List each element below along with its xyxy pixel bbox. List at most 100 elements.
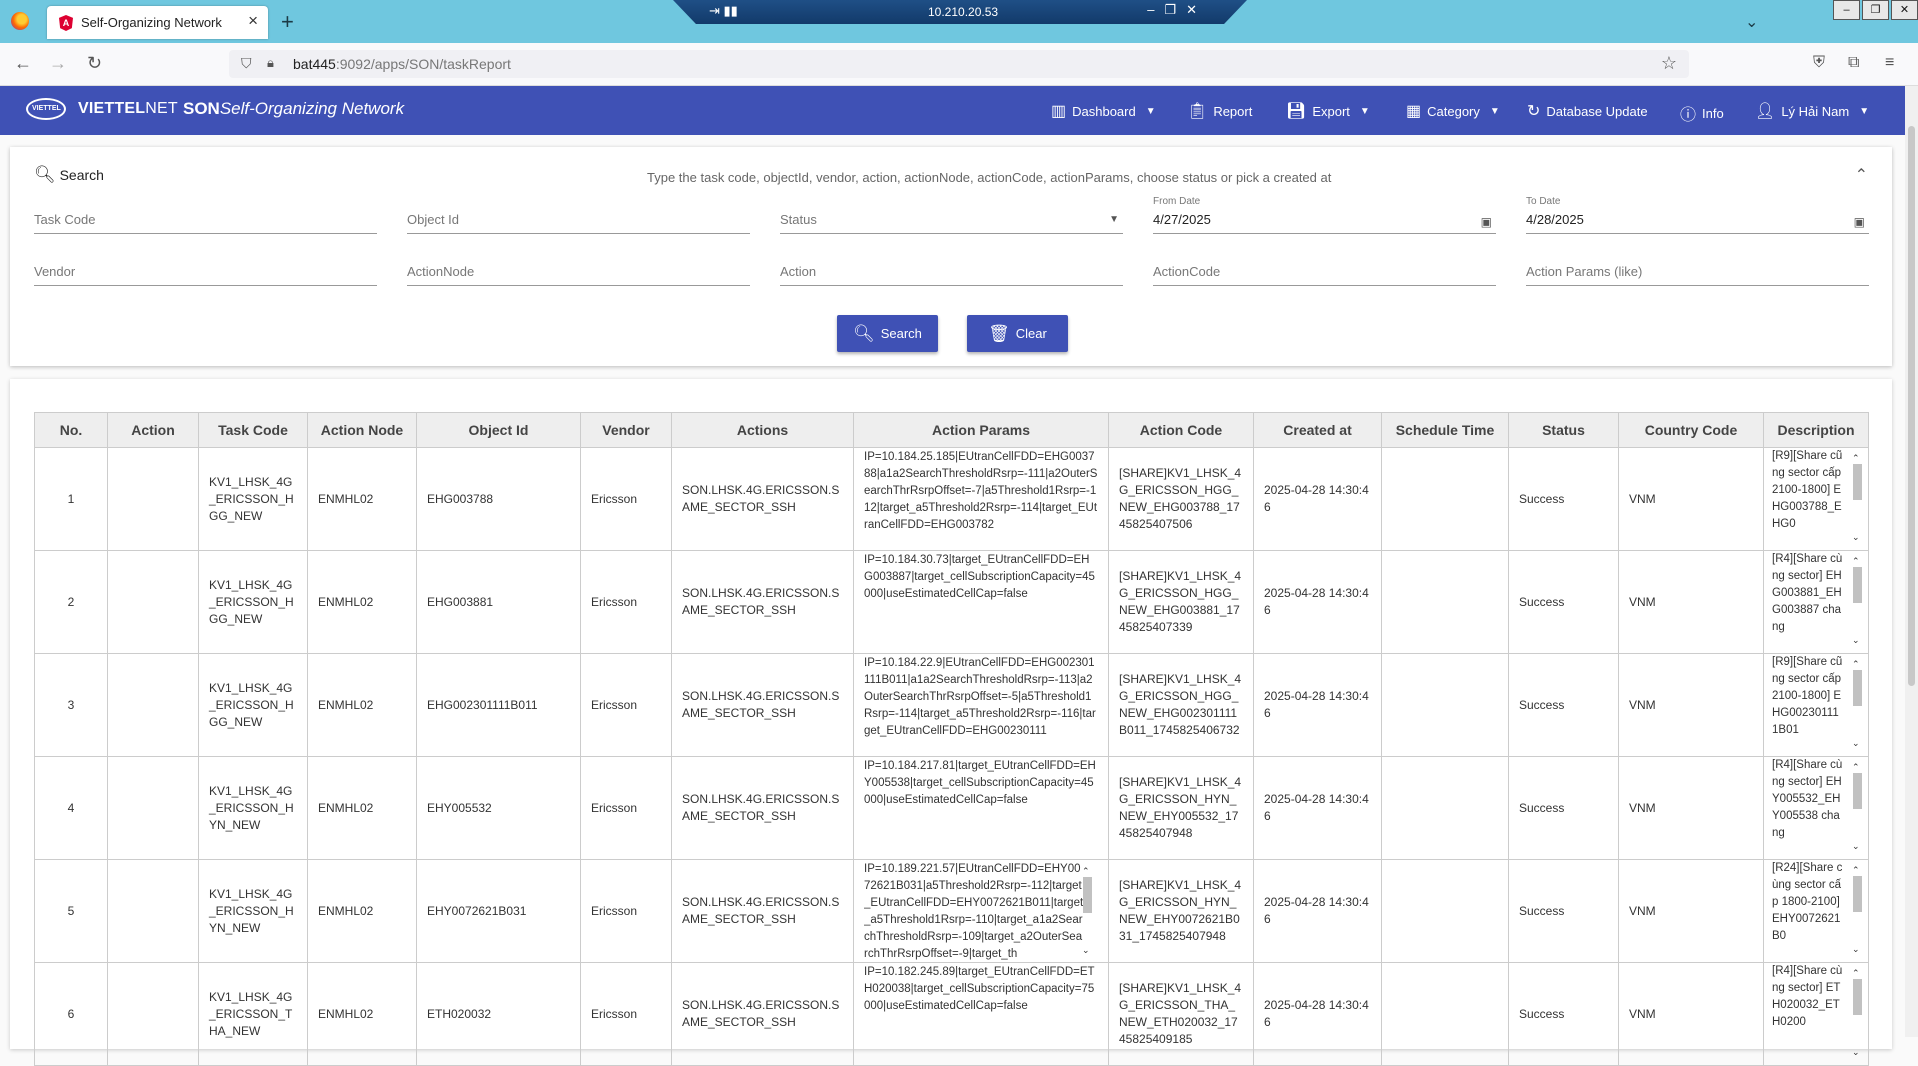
- menu-category[interactable]: ▦ Category ▼: [1406, 101, 1500, 121]
- url-bar[interactable]: ⛉ 🔒︎ bat445:9092/apps/SON/taskReport ☆: [229, 50, 1689, 78]
- scroll-down-icon[interactable]: ⌄: [1852, 1044, 1860, 1061]
- minimize-icon[interactable]: –: [1833, 0, 1860, 20]
- scrollbar-thumb[interactable]: [1853, 464, 1862, 500]
- action-code-input[interactable]: ActionCode: [1153, 252, 1496, 286]
- table-row[interactable]: 5 KV1_LHSK_4G_ERICSSON_HYN_NEW ENMHL02 EHY0…: [34, 859, 1869, 963]
- bookmark-star-icon[interactable]: ☆: [1661, 53, 1677, 74]
- row-action-cell[interactable]: [107, 859, 199, 963]
- scrollbar-thumb[interactable]: [1853, 979, 1862, 1015]
- collapse-chevron-icon[interactable]: ⌃: [1855, 165, 1868, 185]
- row-action-cell[interactable]: [107, 653, 199, 757]
- shield-icon[interactable]: ⛉: [241, 55, 252, 72]
- table-row[interactable]: 6 KV1_LHSK_4G_ERICSSON_THA_NEW ENMHL02 ETH0…: [34, 962, 1869, 1066]
- search-button[interactable]: 🔍︎ Search: [837, 315, 938, 352]
- scrollbar-thumb[interactable]: [1083, 877, 1092, 913]
- cell-scrollbar[interactable]: ⌃ ⌄: [1850, 553, 1864, 649]
- caret-down-icon: ▼: [1489, 105, 1500, 117]
- pin-signal-icon[interactable]: ⇥ ▮▮: [709, 3, 738, 19]
- from-date-input[interactable]: From Date 4/27/2025 ▣: [1153, 196, 1496, 234]
- object-id-input[interactable]: Object Id: [407, 200, 750, 234]
- cell-scrollbar[interactable]: ⌃ ⌄: [1850, 862, 1864, 958]
- row-action-cell[interactable]: [107, 447, 199, 551]
- action-params-text: IP=10.184.217.81|target_EUtranCellFDD=EH…: [864, 760, 1096, 806]
- column-header[interactable]: Task Code: [198, 412, 308, 448]
- action-node-cell: ENMHL02: [307, 447, 417, 551]
- menu-dashboard[interactable]: ▥ Dashboard ▼: [1051, 101, 1156, 121]
- menu-database-update[interactable]: ↻ Database Update: [1527, 101, 1648, 121]
- table-row[interactable]: 4 KV1_LHSK_4G_ERICSSON_HYN_NEW ENMHL02 EHY0…: [34, 756, 1869, 860]
- lock-icon[interactable]: 🔒︎: [267, 55, 274, 71]
- viettel-logo-icon[interactable]: VIETTEL: [26, 98, 66, 120]
- browser-tab[interactable]: A Self-Organizing Network ×: [47, 6, 268, 39]
- restore-icon[interactable]: ❐: [1862, 0, 1889, 20]
- scrollbar-thumb[interactable]: [1853, 876, 1862, 912]
- table-row[interactable]: 2 KV1_LHSK_4G_ERICSSON_HGG_NEW ENMHL02 EHG0…: [34, 550, 1869, 654]
- action-params-input[interactable]: Action Params (like): [1526, 252, 1869, 286]
- column-header[interactable]: Vendor: [580, 412, 672, 448]
- scroll-down-icon[interactable]: ⌄: [1852, 941, 1860, 958]
- scroll-down-icon[interactable]: ⌄: [1082, 942, 1090, 959]
- row-action-cell[interactable]: [107, 962, 199, 1066]
- action-node-input[interactable]: ActionNode: [407, 252, 750, 286]
- to-date-input[interactable]: To Date 4/28/2025 ▣: [1526, 196, 1869, 234]
- column-header[interactable]: Actions: [671, 412, 854, 448]
- firefox-icon[interactable]: [11, 12, 29, 30]
- action-node-cell: ENMHL02: [307, 756, 417, 860]
- scroll-down-icon[interactable]: ⌄: [1852, 735, 1860, 752]
- menu-icon[interactable]: ≡: [1885, 54, 1894, 72]
- page-scrollbar-thumb[interactable]: [1908, 126, 1915, 686]
- clear-button[interactable]: 🗑︎ Clear: [967, 315, 1068, 352]
- scroll-down-icon[interactable]: ⌄: [1852, 529, 1860, 546]
- column-header[interactable]: No.: [34, 412, 108, 448]
- column-header[interactable]: Action Code: [1108, 412, 1254, 448]
- calendar-icon[interactable]: ▣: [1854, 215, 1865, 229]
- menu-report[interactable]: 📋︎ Report: [1187, 101, 1252, 121]
- scrollbar-thumb[interactable]: [1853, 567, 1862, 603]
- row-action-cell[interactable]: [107, 550, 199, 654]
- column-header[interactable]: Action Params: [853, 412, 1109, 448]
- column-header[interactable]: Action: [107, 412, 199, 448]
- url-text[interactable]: bat445:9092/apps/SON/taskReport: [293, 56, 511, 72]
- menu-user[interactable]: 👤︎ Lý Hải Nam ▼: [1755, 101, 1869, 121]
- column-header[interactable]: Country Code: [1618, 412, 1764, 448]
- column-header[interactable]: Action Node: [307, 412, 417, 448]
- scrollbar-thumb[interactable]: [1853, 670, 1862, 706]
- vendor-input[interactable]: Vendor: [34, 252, 377, 286]
- cell-scrollbar[interactable]: ⌃ ⌄: [1850, 656, 1864, 752]
- column-header[interactable]: Schedule Time: [1381, 412, 1509, 448]
- scrollbar-thumb[interactable]: [1853, 773, 1862, 809]
- row-action-cell[interactable]: [107, 756, 199, 860]
- cell-scrollbar[interactable]: ⌃ ⌄: [1850, 450, 1864, 546]
- action-params-wrap: IP=10.184.25.185|EUtranCellFDD=EHG003788…: [864, 449, 1098, 549]
- table-row[interactable]: 1 KV1_LHSK_4G_ERICSSON_HGG_NEW ENMHL02 EHG0…: [34, 447, 1869, 551]
- close-tab-icon[interactable]: ×: [248, 11, 258, 31]
- new-tab-icon[interactable]: +: [281, 9, 294, 35]
- back-icon[interactable]: ←: [14, 53, 32, 74]
- action-input[interactable]: Action: [780, 252, 1123, 286]
- reload-icon[interactable]: ↻: [87, 53, 102, 74]
- column-header[interactable]: Created at: [1253, 412, 1382, 448]
- forward-icon[interactable]: →: [49, 53, 67, 74]
- calendar-icon[interactable]: ▣: [1481, 215, 1492, 229]
- task-code-input[interactable]: Task Code: [34, 200, 377, 234]
- menu-info[interactable]: ⓘ Info: [1680, 101, 1724, 125]
- search-panel-title[interactable]: 🔍︎ Search: [34, 165, 104, 185]
- extensions-icon[interactable]: ⧉: [1848, 54, 1859, 72]
- column-header[interactable]: Object Id: [416, 412, 581, 448]
- status-select[interactable]: Status ▼: [780, 200, 1123, 234]
- column-header[interactable]: Description: [1763, 412, 1869, 448]
- page-scrollbar[interactable]: [1905, 86, 1918, 1037]
- pocket-icon[interactable]: ⛨: [1813, 54, 1825, 72]
- cell-scrollbar[interactable]: ⌃ ⌄: [1850, 965, 1864, 1061]
- remote-window-controls[interactable]: –❐✕: [1147, 2, 1207, 18]
- scroll-down-icon[interactable]: ⌄: [1852, 632, 1860, 649]
- menu-export[interactable]: 💾︎ Export ▼: [1286, 101, 1370, 121]
- close-window-icon[interactable]: ✕: [1891, 0, 1918, 20]
- column-header[interactable]: Status: [1508, 412, 1619, 448]
- table-row[interactable]: 3 KV1_LHSK_4G_ERICSSON_HGG_NEW ENMHL02 EHG0…: [34, 653, 1869, 757]
- scroll-down-icon[interactable]: ⌄: [1852, 838, 1860, 855]
- action-params-cell: IP=10.184.25.185|EUtranCellFDD=EHG003788…: [853, 447, 1109, 551]
- cell-scrollbar[interactable]: ⌃ ⌄: [1850, 759, 1864, 855]
- tab-list-chevron-icon[interactable]: ⌄: [1745, 12, 1758, 32]
- cell-scrollbar[interactable]: ⌃ ⌄: [1080, 863, 1094, 959]
